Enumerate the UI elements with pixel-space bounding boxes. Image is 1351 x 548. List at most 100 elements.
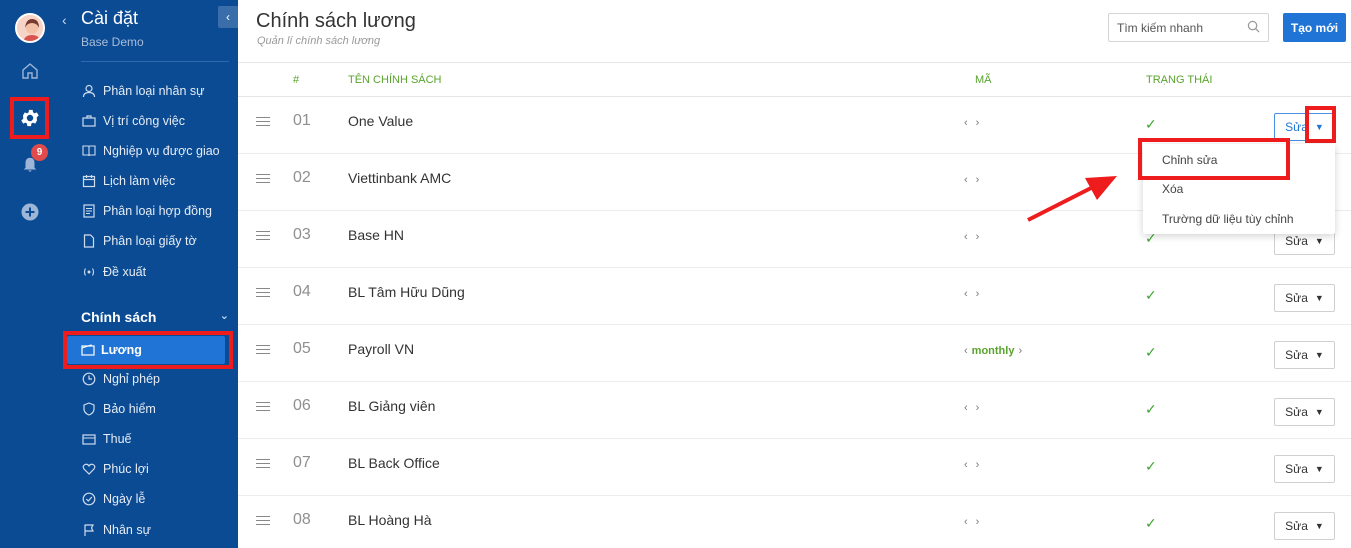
calendar-icon — [81, 173, 97, 189]
policy-code: ‹ › — [964, 402, 980, 414]
policy-code: ‹ › — [964, 231, 980, 243]
caret-down-icon: ▼ — [1314, 464, 1324, 474]
policy-code: ‹ › — [964, 288, 980, 300]
drag-handle-icon[interactable] — [256, 459, 270, 471]
heart-icon — [81, 461, 97, 477]
drag-handle-icon[interactable] — [256, 288, 270, 300]
policy-code: ‹ › — [964, 174, 980, 186]
flag-icon — [81, 522, 97, 538]
shield-icon — [81, 401, 97, 417]
row-number: 08 — [293, 511, 311, 528]
sidebar-item-work-schedule[interactable]: Lịch làm việc — [81, 170, 229, 192]
sidebar-item-label: Phân loại giấy tờ — [103, 234, 197, 248]
sidebar-item-holidays[interactable]: Ngày lễ — [81, 488, 229, 510]
sidebar-item-tax[interactable]: Thuế — [81, 428, 229, 450]
caret-down-icon: ▼ — [1314, 350, 1324, 360]
icon-rail: 9 — [0, 0, 60, 548]
edit-button[interactable]: Sửa ▼ — [1274, 455, 1335, 483]
policy-name: Base HN — [348, 227, 405, 243]
status-check-icon: ✓ — [1145, 401, 1157, 417]
sidebar-item-label: Phân loại nhân sự — [103, 84, 205, 98]
menu-item-delete[interactable]: Xóa — [1162, 182, 1183, 196]
policy-code: ‹ › — [964, 459, 980, 471]
table-row: 04 BL Tâm Hữu Dũng ‹ › ✓ Sửa ▼ — [238, 268, 1351, 325]
edit-highlight-box — [1138, 138, 1290, 180]
search-input[interactable]: Tìm kiếm nhanh — [1108, 13, 1269, 42]
drag-handle-icon[interactable] — [256, 345, 270, 357]
sidebar-item-leave[interactable]: Nghỉ phép — [81, 368, 229, 390]
sidebar-item-label: Lịch làm việc — [103, 174, 176, 188]
drag-handle-icon[interactable] — [256, 516, 270, 528]
policy-section-header[interactable]: Chính sách ⌄ — [81, 309, 229, 325]
policy-code: ‹ monthly › — [964, 345, 1023, 357]
sidebar-item-job-position[interactable]: Vị trí công việc — [81, 110, 229, 132]
drag-handle-icon[interactable] — [256, 117, 270, 129]
add-circle-icon[interactable] — [15, 197, 45, 227]
policy-code: ‹ › — [964, 117, 980, 129]
contract-icon — [81, 203, 97, 219]
sidebar-item-staff-type[interactable]: Phân loại nhân sự — [81, 80, 229, 102]
policy-name: BL Back Office — [348, 455, 440, 471]
caret-down-icon: ▼ — [1314, 521, 1324, 531]
drag-handle-icon[interactable] — [256, 231, 270, 243]
edit-label: Sửa — [1285, 519, 1308, 533]
row-number: 04 — [293, 283, 311, 300]
edit-label: Sửa — [1285, 291, 1308, 305]
sidebar-item-proposal[interactable]: Đề xuất — [81, 261, 229, 283]
row-number: 06 — [293, 397, 311, 414]
row-number: 07 — [293, 454, 311, 471]
caret-down-icon: ▼ — [1314, 407, 1324, 417]
main-content: Chính sách lương Quản lí chính sách lươn… — [238, 0, 1351, 548]
edit-label: Sửa — [1285, 462, 1308, 476]
policy-name: BL Tâm Hữu Dũng — [348, 284, 465, 300]
document-icon — [81, 233, 97, 249]
status-check-icon: ✓ — [1145, 287, 1157, 303]
create-button[interactable]: Tạo mới — [1283, 13, 1346, 42]
row-number: 01 — [293, 112, 311, 129]
sidebar-item-label: Nhân sự — [103, 523, 151, 537]
sidebar-divider — [81, 61, 229, 62]
sidebar-item-label: Nghiệp vụ được giao — [103, 144, 220, 158]
menu-item-custom-fields[interactable]: Trường dữ liệu tùy chỉnh — [1162, 212, 1294, 226]
check-circle-icon — [81, 491, 97, 507]
sidebar-item-label: Vị trí công việc — [103, 114, 185, 128]
sidebar-item-label: Đề xuất — [103, 265, 147, 279]
status-check-icon: ✓ — [1145, 515, 1157, 531]
column-header-status: TRẠNG THÁI — [1146, 74, 1213, 86]
back-chevron-icon[interactable]: ‹ — [62, 12, 67, 28]
table-row: 06 BL Giảng viên ‹ › ✓ Sửa ▼ — [238, 382, 1351, 439]
sidebar-item-label: Phân loại hợp đồng — [103, 204, 212, 218]
policy-section-title: Chính sách — [81, 309, 157, 325]
edit-label: Sửa — [1285, 405, 1308, 419]
avatar[interactable] — [15, 13, 45, 43]
sidebar-item-label: Thuế — [103, 432, 132, 446]
caret-down-icon: ▼ — [1314, 236, 1324, 246]
edit-button[interactable]: Sửa ▼ — [1274, 284, 1335, 312]
policy-code: ‹ › — [964, 516, 980, 528]
sidebar-item-insurance[interactable]: Bảo hiểm — [81, 398, 229, 420]
column-header-code: MÃ — [975, 74, 992, 86]
sidebar-item-document-type[interactable]: Phân loại giấy tờ — [81, 230, 229, 252]
caret-highlight-box — [1305, 106, 1336, 143]
column-header-name: TÊN CHÍNH SÁCH — [348, 74, 442, 86]
user-icon — [81, 83, 97, 99]
row-number: 05 — [293, 340, 311, 357]
policy-name: Viettinbank AMC — [348, 170, 452, 186]
sidebar-item-benefits[interactable]: Phúc lợi — [81, 458, 229, 480]
edit-button[interactable]: Sửa ▼ — [1274, 398, 1335, 426]
collapse-sidebar-button[interactable]: ‹ — [218, 6, 238, 28]
edit-button[interactable]: Sửa ▼ — [1274, 512, 1335, 540]
drag-handle-icon[interactable] — [256, 402, 270, 414]
edit-label: Sửa — [1285, 234, 1308, 248]
edit-label: Sửa — [1285, 348, 1308, 362]
sidebar-item-contract-type[interactable]: Phân loại hợp đồng — [81, 200, 229, 222]
drag-handle-icon[interactable] — [256, 174, 270, 186]
search-icon — [1247, 20, 1260, 36]
column-header-index: # — [293, 74, 300, 86]
home-icon[interactable] — [15, 56, 45, 86]
sidebar-item-personnel[interactable]: Nhân sự — [81, 519, 229, 541]
page-subtitle: Quản lí chính sách lương — [257, 35, 381, 47]
edit-button[interactable]: Sửa ▼ — [1274, 341, 1335, 369]
sidebar-item-assigned-tasks[interactable]: Nghiệp vụ được giao — [81, 140, 229, 162]
notification-badge: 9 — [31, 144, 48, 161]
